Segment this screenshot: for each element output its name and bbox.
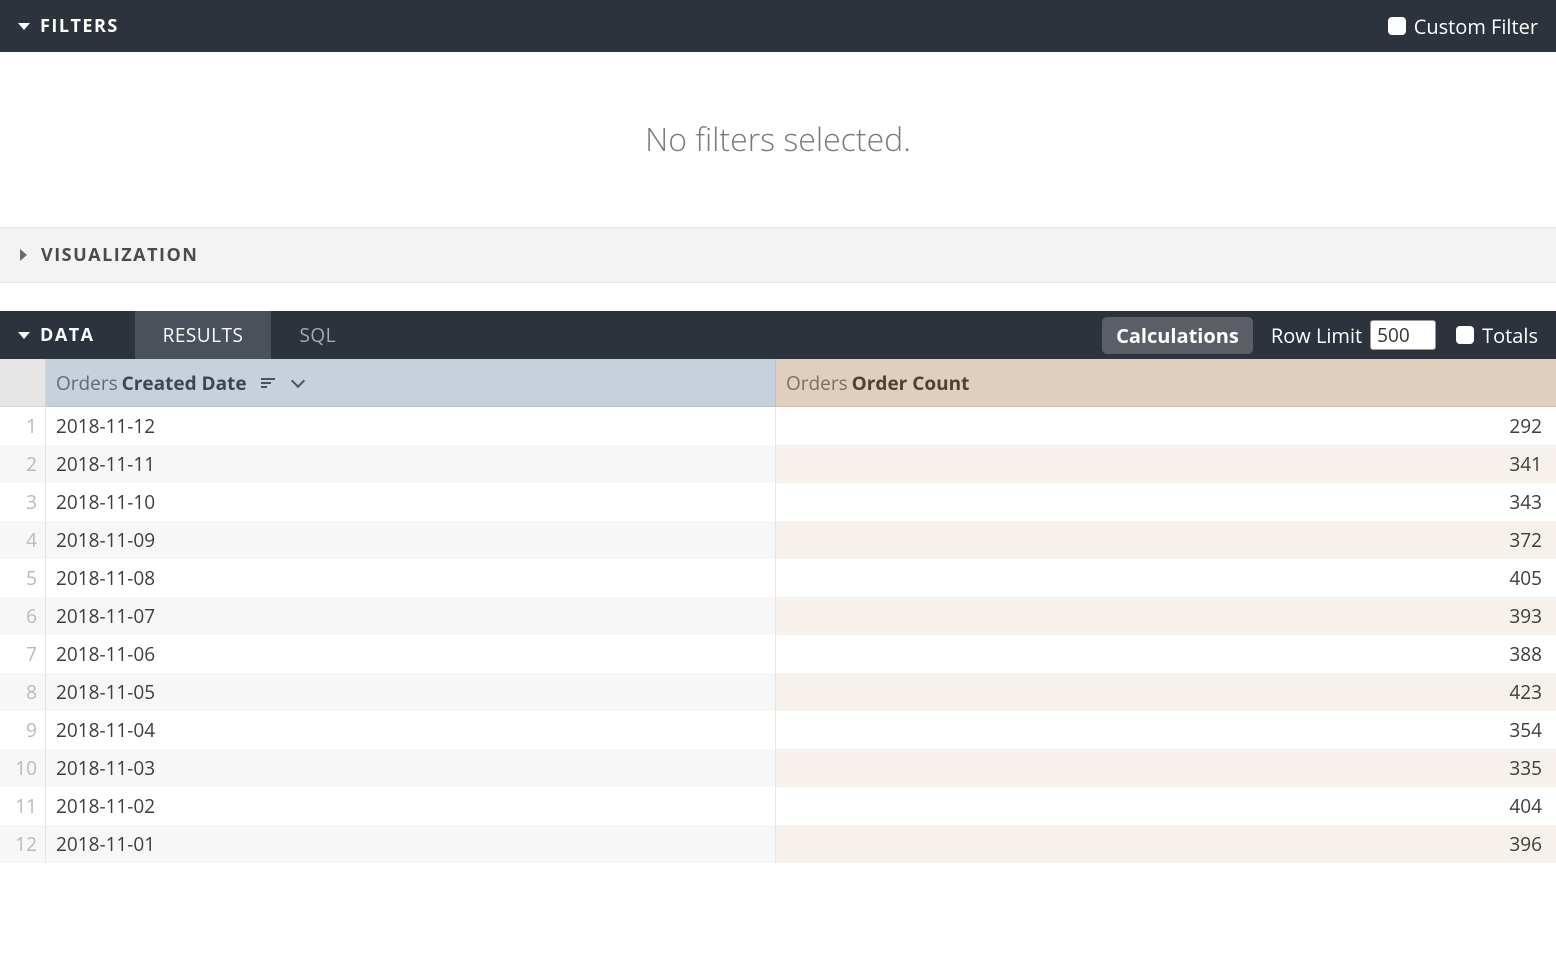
- column-header-prefix: Orders: [786, 370, 848, 396]
- sort-indicator[interactable]: [261, 378, 277, 388]
- row-number: 1: [0, 407, 46, 445]
- cell-created-date[interactable]: 2018-11-04: [46, 711, 776, 749]
- results-table: Orders Created Date Orders Order Count 1…: [0, 359, 1556, 863]
- tab-results[interactable]: RESULTS: [135, 311, 272, 359]
- cell-created-date[interactable]: 2018-11-05: [46, 673, 776, 711]
- table-row[interactable]: 62018-11-07393: [0, 597, 1556, 635]
- cell-order-count[interactable]: 404: [776, 787, 1556, 825]
- table-row[interactable]: 112018-11-02404: [0, 787, 1556, 825]
- cell-created-date[interactable]: 2018-11-01: [46, 825, 776, 863]
- row-number: 6: [0, 597, 46, 635]
- cell-created-date[interactable]: 2018-11-08: [46, 559, 776, 597]
- data-toggle[interactable]: DATA: [18, 311, 135, 359]
- row-number: 12: [0, 825, 46, 863]
- cell-order-count[interactable]: 292: [776, 407, 1556, 445]
- row-number: 8: [0, 673, 46, 711]
- visualization-title: VISUALIZATION: [41, 243, 198, 267]
- table-row[interactable]: 52018-11-08405: [0, 559, 1556, 597]
- row-number: 11: [0, 787, 46, 825]
- filters-header[interactable]: FILTERS Custom Filter: [0, 0, 1556, 52]
- column-header-name: Created Date: [122, 370, 247, 396]
- chevron-down-icon[interactable]: [290, 373, 304, 387]
- row-number: 5: [0, 559, 46, 597]
- row-number: 4: [0, 521, 46, 559]
- data-title: DATA: [40, 323, 95, 347]
- cell-order-count[interactable]: 393: [776, 597, 1556, 635]
- cell-created-date[interactable]: 2018-11-02: [46, 787, 776, 825]
- row-number-header: [0, 359, 46, 407]
- custom-filter-checkbox[interactable]: [1388, 17, 1406, 35]
- column-header-name: Order Count: [852, 370, 970, 396]
- cell-created-date[interactable]: 2018-11-10: [46, 483, 776, 521]
- calculations-button[interactable]: Calculations: [1102, 317, 1253, 354]
- row-number: 7: [0, 635, 46, 673]
- table-row[interactable]: 82018-11-05423: [0, 673, 1556, 711]
- table-row[interactable]: 42018-11-09372: [0, 521, 1556, 559]
- cell-created-date[interactable]: 2018-11-12: [46, 407, 776, 445]
- caret-down-icon: [18, 332, 30, 339]
- cell-created-date[interactable]: 2018-11-06: [46, 635, 776, 673]
- filters-empty-text: No filters selected.: [645, 118, 911, 161]
- filters-empty-state: No filters selected.: [0, 52, 1556, 227]
- row-limit-group: Row Limit: [1271, 311, 1436, 359]
- table-header-row: Orders Created Date Orders Order Count: [0, 359, 1556, 407]
- cell-order-count[interactable]: 372: [776, 521, 1556, 559]
- tab-sql[interactable]: SQL: [271, 311, 364, 359]
- totals-group[interactable]: Totals: [1456, 311, 1538, 359]
- tab-sql-label: SQL: [299, 322, 336, 348]
- visualization-header[interactable]: VISUALIZATION: [0, 227, 1556, 283]
- table-row[interactable]: 32018-11-10343: [0, 483, 1556, 521]
- row-number: 9: [0, 711, 46, 749]
- caret-right-icon: [20, 249, 27, 261]
- column-header-order-count[interactable]: Orders Order Count: [776, 359, 1556, 407]
- table-row[interactable]: 22018-11-11341: [0, 445, 1556, 483]
- filters-title: FILTERS: [40, 14, 119, 38]
- sort-bars-icon: [261, 378, 275, 388]
- column-header-created-date[interactable]: Orders Created Date: [46, 359, 776, 407]
- totals-checkbox[interactable]: [1456, 326, 1474, 344]
- row-number: 10: [0, 749, 46, 787]
- cell-order-count[interactable]: 343: [776, 483, 1556, 521]
- cell-created-date[interactable]: 2018-11-03: [46, 749, 776, 787]
- row-number: 2: [0, 445, 46, 483]
- table-row[interactable]: 122018-11-01396: [0, 825, 1556, 863]
- cell-created-date[interactable]: 2018-11-09: [46, 521, 776, 559]
- table-row[interactable]: 92018-11-04354: [0, 711, 1556, 749]
- row-number: 3: [0, 483, 46, 521]
- custom-filter-label[interactable]: Custom Filter: [1414, 13, 1538, 40]
- cell-order-count[interactable]: 341: [776, 445, 1556, 483]
- cell-order-count[interactable]: 354: [776, 711, 1556, 749]
- table-row[interactable]: 72018-11-06388: [0, 635, 1556, 673]
- totals-label: Totals: [1482, 322, 1538, 349]
- cell-created-date[interactable]: 2018-11-11: [46, 445, 776, 483]
- data-header: DATA RESULTS SQL Calculations Row Limit …: [0, 311, 1556, 359]
- column-header-prefix: Orders: [56, 370, 118, 396]
- caret-down-icon: [18, 23, 30, 30]
- table-row[interactable]: 12018-11-12292: [0, 407, 1556, 445]
- tab-results-label: RESULTS: [163, 322, 244, 348]
- cell-order-count[interactable]: 388: [776, 635, 1556, 673]
- cell-order-count[interactable]: 396: [776, 825, 1556, 863]
- row-limit-label: Row Limit: [1271, 322, 1362, 349]
- cell-order-count[interactable]: 423: [776, 673, 1556, 711]
- calculations-label: Calculations: [1116, 322, 1239, 349]
- row-limit-input[interactable]: [1370, 320, 1436, 350]
- cell-order-count[interactable]: 405: [776, 559, 1556, 597]
- cell-created-date[interactable]: 2018-11-07: [46, 597, 776, 635]
- cell-order-count[interactable]: 335: [776, 749, 1556, 787]
- table-row[interactable]: 102018-11-03335: [0, 749, 1556, 787]
